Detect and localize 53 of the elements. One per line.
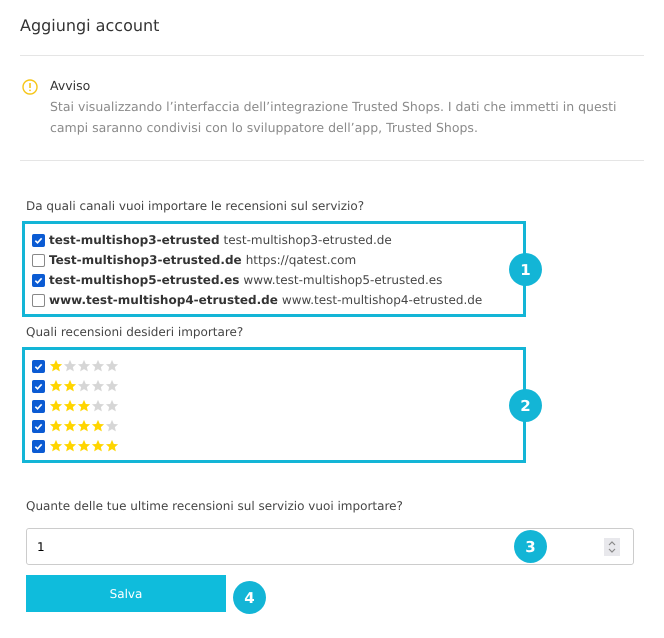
star-icon [49, 359, 63, 373]
question-label: Quali recensioni desideri importare? [26, 325, 244, 339]
star-icon [63, 439, 77, 453]
warning-icon [22, 79, 38, 95]
star-icon [105, 399, 119, 413]
star-icon [77, 359, 91, 373]
star-icon [49, 419, 63, 433]
channel-name: www.test-multishop4-etrusted.de [49, 293, 278, 307]
star-icon [91, 419, 105, 433]
callout-badge: 1 [509, 253, 542, 286]
checkbox[interactable] [32, 234, 45, 246]
star-icon [105, 359, 119, 373]
channel-url: www.test-multishop5-etrusted.es [243, 273, 442, 287]
checkbox[interactable] [32, 380, 45, 392]
star-icon [77, 379, 91, 393]
star-icon [63, 419, 77, 433]
star-icon [91, 379, 105, 393]
checkbox[interactable] [32, 440, 45, 452]
checkbox[interactable] [32, 274, 45, 286]
checkbox[interactable] [32, 420, 45, 432]
channel-url: test-multishop3-etrusted.de [224, 233, 392, 247]
checkbox[interactable] [32, 254, 45, 266]
star-icon [91, 359, 105, 373]
star-icon [91, 439, 105, 453]
star-icon [105, 419, 119, 433]
channel-name: test-multishop5-etrusted.es [49, 273, 240, 287]
star-icon [49, 379, 63, 393]
star-icon [77, 399, 91, 413]
checkbox[interactable] [32, 400, 45, 412]
checkbox[interactable] [32, 294, 45, 306]
star-icon [105, 439, 119, 453]
star-icon [63, 359, 77, 373]
callout-badge: 2 [509, 389, 542, 422]
question-label: Quante delle tue ultime recensioni sul servizio vuoi importare? [26, 499, 404, 513]
star-icon [77, 419, 91, 433]
callout-badge: 4 [233, 581, 266, 614]
channel-name: Test-multishop3-etrusted.de [49, 253, 242, 267]
page-title: Aggiungi account [20, 0, 644, 56]
checkbox[interactable] [32, 360, 45, 372]
channel-url: https://qatest.com [246, 253, 356, 267]
notice-text: Stai visualizzando l’interfaccia dell’integrazione Trusted Shops. I dati che immetti in questi campi saranno condivisi con lo sviluppatore dell’app, Trusted Shops. [50, 98, 618, 137]
star-icon [91, 399, 105, 413]
notice-title: Avviso [50, 78, 92, 93]
star-icon [105, 379, 119, 393]
star-icon [49, 439, 63, 453]
star-icon [49, 399, 63, 413]
star-icon [63, 379, 77, 393]
channel-name: test-multishop3-etrusted [49, 233, 220, 247]
star-icon [63, 399, 77, 413]
spinner-icon[interactable] [604, 538, 620, 556]
question-label: Da quali canali vuoi importare le recensioni sul servizio? [26, 199, 366, 213]
channel-url: www.test-multishop4-etrusted.de [282, 293, 482, 307]
star-icon [77, 439, 91, 453]
